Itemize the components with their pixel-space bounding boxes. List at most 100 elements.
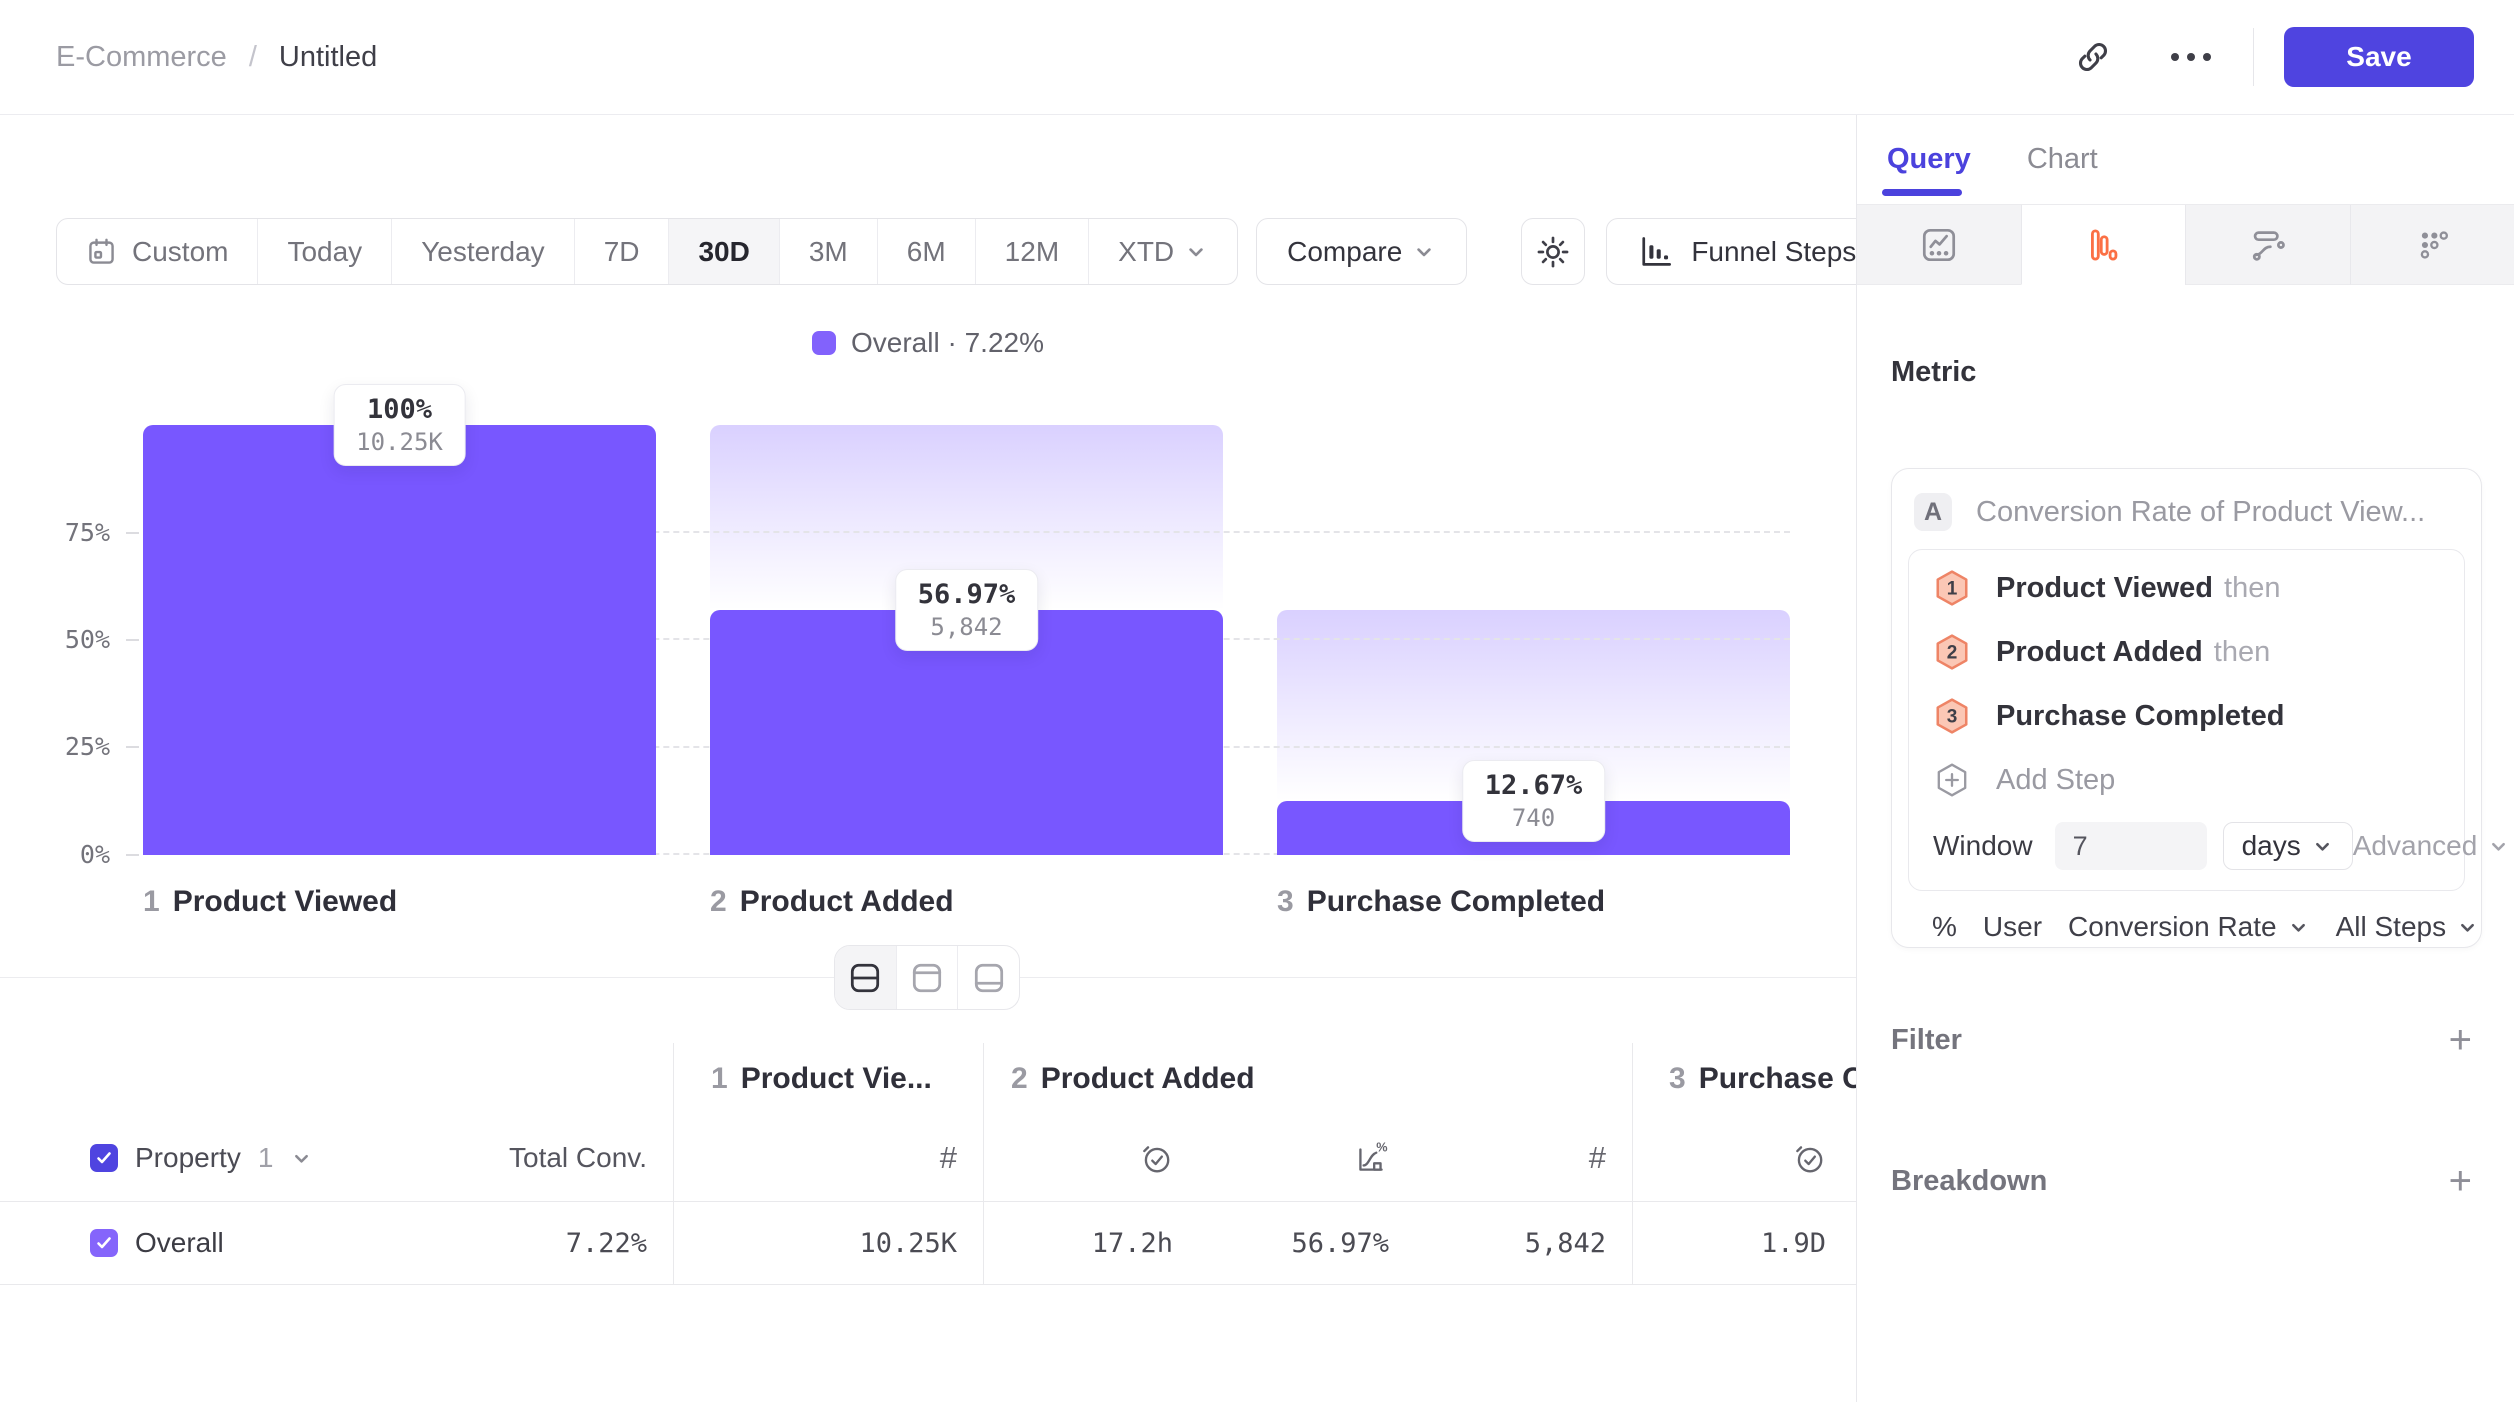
chart-settings-button[interactable] [1521,218,1585,285]
advanced-label: Advanced [2353,830,2478,862]
row-checkbox[interactable] [90,1229,118,1257]
gear-icon [1535,234,1571,270]
chevron-down-icon[interactable] [290,1147,313,1170]
date-range-12m[interactable]: 12M [975,219,1088,284]
row-step2-conv: 56.97% [1199,1201,1415,1285]
metric-title-row[interactable]: A Conversion Rate of Product View... [1892,469,2481,541]
count-icon: # [940,1140,957,1176]
svg-text:3: 3 [1947,706,1958,727]
report-type-funnels-selected[interactable] [2021,205,2186,285]
bar-pct-label: 12.67% [1485,770,1583,801]
step-number: 3 [1277,885,1294,918]
chevron-down-icon [2487,835,2510,858]
breadcrumb-title[interactable]: Untitled [279,41,377,74]
report-type-retention[interactable] [2350,205,2514,285]
date-range-3m[interactable]: 3M [779,219,877,284]
total-conv-header[interactable]: Total Conv. [420,1115,673,1201]
steps-scope-dropdown[interactable]: All Steps [2336,911,2480,943]
date-range-6m[interactable]: 6M [877,219,975,284]
layout-chart-only-button[interactable] [896,946,958,1009]
y-axis-tick-50: 50% [14,624,110,656]
funnel-step-row-2[interactable]: 2 Product Added then [1909,620,2464,684]
bar-solid-segment [143,425,656,855]
measure-type-dropdown[interactable]: Conversion Rate [2068,911,2310,943]
bar-count-label: 740 [1485,804,1583,832]
table-group-header-step-3[interactable]: 3Purchase C [1632,1043,1856,1115]
window-value-input[interactable] [2055,822,2207,870]
report-type-flows[interactable] [2185,205,2350,285]
breadcrumb-project[interactable]: E-Commerce [56,41,227,74]
row-total-conv: 7.22% [420,1201,673,1285]
y-tick-mark [126,639,139,641]
step1-count-header[interactable]: # [673,1115,983,1201]
table-group-header-step-1[interactable]: 1 Product Vie... [673,1043,983,1115]
x-axis-label-step-2: 2Product Added [710,885,954,919]
y-tick-mark [126,854,139,856]
tab-query[interactable]: Query [1887,143,1971,176]
step-name: Product Added [740,885,954,918]
measure-entity-user[interactable]: User [1983,911,2042,943]
metric-footer: % User Conversion Rate All Steps [1892,891,2481,957]
more-options-button[interactable] [2163,29,2219,85]
filter-heading: Filter [1891,1024,1962,1057]
date-toolbar: Custom Today Yesterday 7D 30D 3M 6M 12M … [56,218,1921,285]
bar-count-label: 10.25K [356,428,443,456]
add-step-label: Add Step [1996,764,2115,797]
date-range-30d-selected[interactable]: 30D [668,219,778,284]
avg-time-icon [1792,1141,1826,1175]
chevron-down-icon [2287,916,2310,939]
group-step-number: 1 [711,1062,728,1096]
group-step-label: Product Vie... [741,1062,932,1096]
header-divider [2253,28,2254,86]
funnel-step-row-3[interactable]: 3 Purchase Completed [1909,684,2464,748]
date-range-segmented-control: Custom Today Yesterday 7D 30D 3M 6M 12M … [56,218,1238,285]
split-view-icon [847,960,883,996]
metric-section-heading: Metric [1891,356,1976,389]
percent-icon: % [1932,911,1957,943]
date-range-7d[interactable]: 7D [574,219,669,284]
date-range-xtd[interactable]: XTD [1088,219,1237,284]
chart-legend-item[interactable]: Overall · 7.22% [0,327,1856,359]
y-axis-tick-75: 75% [14,517,110,549]
table-group-header-step-2[interactable]: 2Product Added [983,1043,1632,1115]
copy-link-button[interactable] [2065,29,2121,85]
advanced-dropdown[interactable]: Advanced [2353,830,2511,862]
bar-count-label: 5,842 [918,613,1016,641]
step-name: Purchase Completed [1307,885,1605,918]
window-label: Window [1933,830,2033,862]
funnel-steps-icon [1637,234,1673,270]
chevron-down-icon [2311,835,2334,858]
funnel-bar-purchase-completed[interactable]: 12.67% 740 [1277,425,1790,855]
funnel-bar-product-viewed[interactable]: 100% 10.25K [143,425,656,855]
date-range-custom[interactable]: Custom [57,219,257,284]
tab-chart[interactable]: Chart [2027,143,2098,176]
legend-series-name: Overall [851,327,940,358]
select-all-checkbox[interactable] [90,1144,118,1172]
add-breakdown-button[interactable]: + [2449,1161,2472,1201]
step2-conv-rate-header[interactable]: % [1199,1115,1415,1201]
step2-count-header[interactable]: # [1415,1115,1632,1201]
funnel-step-2-column: 56.97% 5,842 2Product Added [710,425,1277,855]
window-unit-label: days [2242,830,2301,862]
step-suffix: then [2224,572,2280,605]
funnel-bar-product-added[interactable]: 56.97% 5,842 [710,425,1223,855]
step-1-hexagon-badge: 1 [1933,569,1971,607]
property-label[interactable]: Property [135,1142,241,1174]
layout-split-view-button[interactable] [835,946,896,1009]
funnel-step-row-1[interactable]: 1 Product Viewed then [1909,556,2464,620]
conversion-rate-icon: % [1353,1140,1389,1176]
compare-button[interactable]: Compare [1256,218,1467,285]
x-axis-label-step-1: 1Product Viewed [143,885,397,919]
layout-table-only-button[interactable] [957,946,1019,1009]
date-range-yesterday[interactable]: Yesterday [391,219,574,284]
add-filter-button[interactable]: + [2449,1020,2472,1060]
report-type-insights[interactable] [1857,205,2021,285]
step2-avg-time-header[interactable] [983,1115,1199,1201]
chevron-down-icon [1412,240,1436,264]
window-unit-dropdown[interactable]: days [2223,822,2353,870]
step3-avg-time-header[interactable] [1632,1115,1856,1201]
add-step-button[interactable]: Add Step [1909,748,2464,812]
bottom-panel-icon [971,960,1007,996]
date-range-today[interactable]: Today [257,219,391,284]
save-button[interactable]: Save [2284,27,2474,87]
